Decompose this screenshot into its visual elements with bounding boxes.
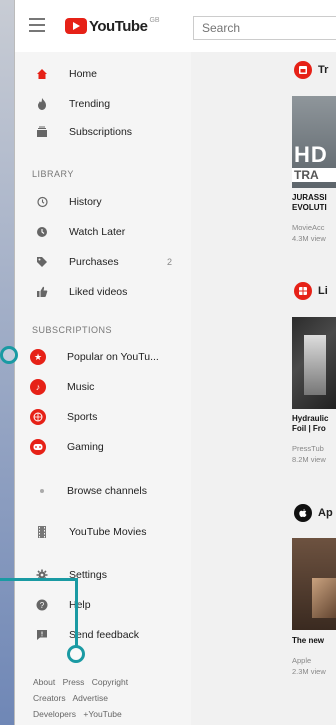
footer-row-3: Developers +YouTube [33,709,127,719]
thumbnail-subtext: TRA [292,168,336,182]
sidebar-item-history[interactable]: History [15,188,191,216]
footer-link-creators[interactable]: Creators [33,693,66,703]
tag-icon [35,255,49,269]
video-channel[interactable]: Apple [292,656,336,666]
annotation-circle-subscriptions [0,346,18,364]
annotation-line-horizontal [0,578,78,581]
video-title[interactable]: The new [292,636,336,646]
help-icon: ? [35,598,49,612]
sidebar-item-watch-later[interactable]: Watch Later [15,218,191,246]
footer-link-press[interactable]: Press [63,677,85,687]
history-icon [35,195,49,209]
video-views: 4.3M view [292,234,326,243]
video-thumbnail[interactable] [292,538,336,630]
library-heading: LIBRARY [32,169,74,179]
play-logo-icon [65,18,87,34]
trending-icon [294,61,312,79]
apple-icon [294,504,312,522]
purchases-count: 2 [167,257,173,267]
ball-icon [30,409,46,425]
footer-row-2: Creators Advertise [33,693,113,703]
video-title[interactable]: JURASSI [292,193,336,203]
footer-link-plus-youtube[interactable]: +YouTube [83,709,121,719]
shelf-trending-header[interactable]: Tr [294,60,336,80]
star-icon: ★ [30,349,46,365]
search-input[interactable] [193,16,336,40]
feedback-icon [35,628,49,642]
annotation-line-vertical [75,578,78,648]
video-thumbnail[interactable]: HD TRA [292,96,336,188]
subscription-music[interactable]: ♪ Music [15,373,191,401]
thumbs-up-icon [35,285,49,299]
subscription-popular[interactable]: ★ Popular on YouTu... [15,343,191,371]
subscription-gaming[interactable]: Gaming [15,433,191,461]
video-thumbnail[interactable] [292,317,336,409]
sidebar-item-liked-videos[interactable]: Liked videos [15,278,191,306]
svg-text:?: ? [40,601,45,610]
annotation-circle-feedback [67,645,85,663]
video-title-line-2[interactable]: Foil | Fro [292,424,336,434]
shelf-live-header[interactable]: Li [294,281,336,301]
sidebar-item-subscriptions[interactable]: Subscriptions [15,118,191,146]
sidebar-item-trending[interactable]: Trending [15,90,191,118]
thumbnail-figure [312,578,336,618]
sidebar-item-browse-channels[interactable]: Browse channels [15,477,191,505]
subscription-sports[interactable]: Sports [15,403,191,431]
subscriptions-icon [35,125,49,139]
subscriptions-heading: SUBSCRIPTIONS [32,325,113,335]
footer-link-advertise[interactable]: Advertise [73,693,108,703]
footer-row-1: About Press Copyright [33,677,133,687]
video-title-line-2[interactable]: EVOLUTI [292,203,336,213]
video-views: 8.2M view [292,455,326,464]
sidebar-item-home[interactable]: Home [15,60,191,88]
flame-icon [35,97,49,111]
plus-icon [35,484,49,498]
home-icon [35,67,49,81]
top-bar: YouTube GB [15,0,336,53]
youtube-logo[interactable]: YouTube GB [65,17,160,35]
sidebar-item-help[interactable]: ? Help [15,591,191,619]
sidebar-item-send-feedback[interactable]: Send feedback [15,621,191,649]
video-channel[interactable]: MovieAcc [292,223,336,233]
sidebar: Home Trending Subscriptions LIBRARY Hist… [15,52,191,725]
main-content: Tr HD TRA JURASSI EVOLUTI MovieAcc 4.3M … [191,52,336,725]
gamepad-icon [30,439,46,455]
sidebar-item-settings[interactable]: Settings [15,561,191,589]
youtube-window: YouTube GB Home Trending Subscriptions L… [14,0,336,725]
music-note-icon: ♪ [30,379,46,395]
clock-icon [35,225,49,239]
thumbnail-text: HD [294,142,328,167]
video-title[interactable]: Hydraulic [292,414,336,424]
sidebar-item-youtube-movies[interactable]: YouTube Movies [15,518,191,546]
footer-link-developers[interactable]: Developers [33,709,76,719]
menu-button[interactable] [29,18,45,32]
film-icon [35,525,49,539]
footer-link-copyright[interactable]: Copyright [92,677,128,687]
shelf-apple-header[interactable]: Ap [294,503,336,523]
video-channel[interactable]: PressTub [292,444,336,454]
thumbnail-figure [304,335,326,395]
live-icon [294,282,312,300]
footer-link-about[interactable]: About [33,677,55,687]
sidebar-item-purchases[interactable]: Purchases 2 [15,248,191,276]
video-views: 2.3M view [292,667,326,676]
